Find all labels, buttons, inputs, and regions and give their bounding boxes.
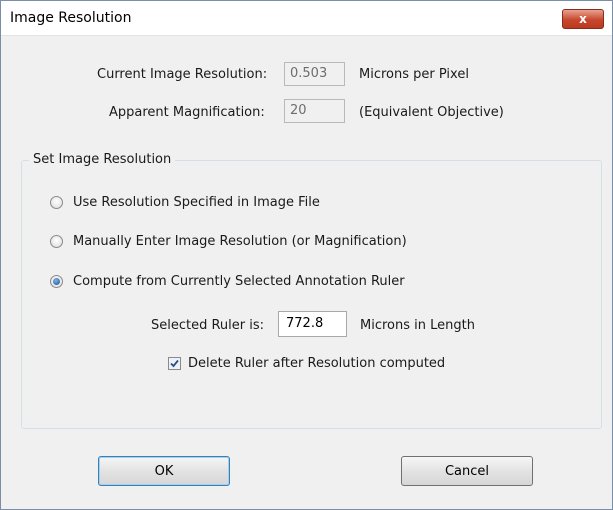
- ok-button[interactable]: OK: [98, 456, 230, 486]
- radio-button-selected[interactable]: [50, 275, 63, 288]
- apparent-magnification-field: 20: [284, 99, 345, 123]
- current-resolution-label: Current Image Resolution:: [97, 67, 268, 82]
- ruler-length-label: Selected Ruler is:: [151, 318, 265, 333]
- apparent-magnification-label: Apparent Magnification:: [109, 105, 265, 120]
- radio-label: Manually Enter Image Resolution (or Magn…: [73, 234, 407, 249]
- radio-compute-from-ruler[interactable]: Compute from Currently Selected Annotati…: [50, 274, 405, 289]
- checkbox-label: Delete Ruler after Resolution computed: [188, 356, 446, 371]
- radio-manual-entry[interactable]: Manually Enter Image Resolution (or Magn…: [50, 234, 407, 249]
- ruler-length-unit: Microns in Length: [360, 318, 475, 333]
- close-button[interactable]: x: [562, 9, 604, 29]
- title-bar: Image Resolution x: [1, 1, 612, 36]
- ok-button-label: OK: [154, 463, 174, 479]
- cancel-button-label: Cancel: [444, 463, 490, 479]
- radio-label: Compute from Currently Selected Annotati…: [73, 274, 405, 289]
- delete-ruler-checkbox-row[interactable]: Delete Ruler after Resolution computed: [168, 356, 445, 371]
- current-resolution-unit: Microns per Pixel: [359, 67, 469, 82]
- radio-button[interactable]: [50, 235, 63, 248]
- apparent-magnification-unit: (Equivalent Objective): [359, 105, 504, 120]
- radio-label: Use Resolution Specified in Image File: [73, 195, 320, 210]
- image-resolution-dialog: Image Resolution x Current Image Resolut…: [0, 0, 613, 510]
- current-resolution-field: 0.503: [284, 62, 345, 86]
- radio-button[interactable]: [50, 196, 63, 209]
- dialog-title: Image Resolution: [10, 10, 132, 26]
- group-title: Set Image Resolution: [29, 152, 176, 167]
- dialog-body: Current Image Resolution: 0.503 Microns …: [9, 36, 604, 501]
- ruler-length-input[interactable]: 772.8: [278, 311, 347, 337]
- radio-use-image-file[interactable]: Use Resolution Specified in Image File: [50, 195, 320, 210]
- close-icon: x: [579, 12, 587, 26]
- checkbox[interactable]: [168, 357, 181, 370]
- checkmark-icon: [170, 359, 179, 368]
- set-image-resolution-group: Set Image Resolution Use Resolution Spec…: [21, 152, 602, 429]
- cancel-button[interactable]: Cancel: [401, 456, 533, 486]
